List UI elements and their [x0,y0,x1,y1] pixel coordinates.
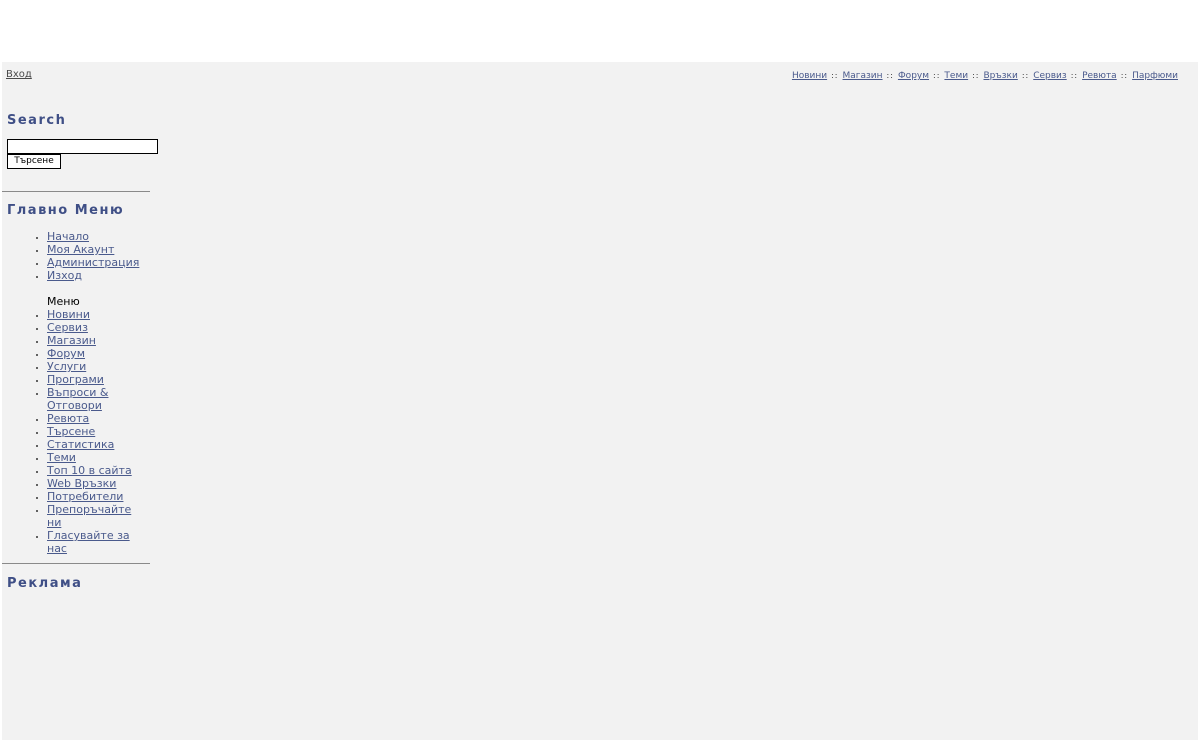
menu-link-faq[interactable]: Въпроси & Отговори [47,386,109,412]
menu-link-logout[interactable]: Изход [47,269,82,282]
list-item: Web Връзки [47,477,147,490]
list-item: Моя Акаунт [47,243,147,256]
nav-link-topics[interactable]: Теми [944,71,968,81]
search-block-title: Search [7,113,67,128]
nav-link-perfumes[interactable]: Парфюми [1132,71,1178,81]
search-button[interactable]: Търсене [7,154,61,169]
list-item: Теми [47,451,147,464]
nav-link-service[interactable]: Сервиз [1033,71,1066,81]
menu-link-top10[interactable]: Топ 10 в сайта [47,464,132,477]
nav-separator: :: [831,71,839,80]
menu-link-statistics[interactable]: Статистика [47,438,114,451]
nav-separator: :: [886,71,894,80]
menu-link-search[interactable]: Търсене [47,425,95,438]
menu-link-reviews[interactable]: Ревюта [47,412,89,425]
sidebar-divider [2,563,150,564]
login-link[interactable]: Вход [6,69,32,80]
main-menu-title: Главно Меню [7,203,125,218]
menu-link-web-links[interactable]: Web Връзки [47,477,116,490]
page-body: Вход Новини:: Магазин:: Форум:: Теми:: Връзк… [2,62,1198,740]
menu-link-forum[interactable]: Форум [47,347,85,360]
nav-link-reviews[interactable]: Ревюта [1082,71,1117,81]
list-item: Търсене [47,425,147,438]
nav-separator: :: [972,71,980,80]
list-item: Въпроси & Отговори [47,386,147,412]
list-item: Препоръчайте ни [47,503,147,529]
list-item: Статистика [47,438,147,451]
nav-link-shop[interactable]: Магазин [843,71,883,81]
ads-block-title: Реклама [7,576,83,591]
list-item: Ревюта [47,412,147,425]
list-item: Новини [47,308,147,321]
nav-separator: :: [1021,71,1030,80]
menu-section-label: Меню [47,295,80,308]
menu-link-news[interactable]: Новини [47,308,90,321]
list-item: Магазин [47,334,147,347]
menu-link-shop[interactable]: Магазин [47,334,96,347]
list-item: Администрация [47,256,147,269]
nav-separator: :: [1070,71,1079,80]
menu-link-programs[interactable]: Програми [47,373,104,386]
menu-link-recommend[interactable]: Препоръчайте ни [47,503,131,529]
account-menu-list: Начало Моя Акаунт Администрация Изход [2,230,147,282]
list-item: Потребители [47,490,147,503]
menu-link-vote[interactable]: Гласувайте за нас [47,529,130,555]
menu-link-home[interactable]: Начало [47,230,89,243]
list-item: Услуги [47,360,147,373]
list-item: Форум [47,347,147,360]
list-item: Програми [47,373,147,386]
sidebar-divider [2,191,150,192]
list-item: Топ 10 в сайта [47,464,147,477]
nav-link-news[interactable]: Новини [792,71,827,81]
list-item: Начало [47,230,147,243]
site-menu-list: Новини Сервиз Магазин Форум Услуги Прогр… [2,308,147,555]
top-navigation: Новини:: Магазин:: Форум:: Теми:: Връзки:: Се… [792,71,1178,81]
nav-link-forum[interactable]: Форум [898,71,929,81]
menu-link-service[interactable]: Сервиз [47,321,88,334]
menu-link-topics[interactable]: Теми [47,451,76,464]
search-input[interactable] [7,139,158,154]
nav-separator: :: [1120,71,1129,80]
menu-link-services[interactable]: Услуги [47,360,86,373]
menu-link-users[interactable]: Потребители [47,490,123,503]
list-item: Изход [47,269,147,282]
list-item: Гласувайте за нас [47,529,147,555]
nav-separator: :: [933,71,941,80]
menu-link-administration[interactable]: Администрация [47,256,139,269]
nav-link-links[interactable]: Връзки [984,71,1018,81]
menu-link-my-account[interactable]: Моя Акаунт [47,243,114,256]
list-item: Сервиз [47,321,147,334]
